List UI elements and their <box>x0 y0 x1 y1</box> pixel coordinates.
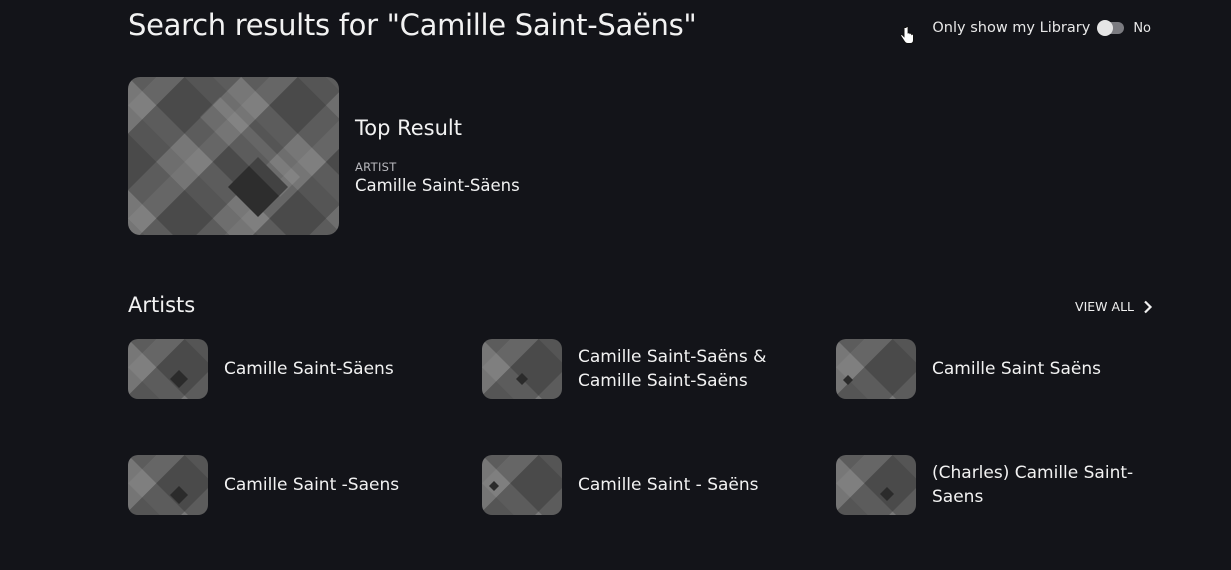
library-toggle-state: No <box>1133 20 1151 36</box>
artist-item[interactable]: Camille Saint-Saëns & Camille Saint-Saën… <box>482 338 822 400</box>
page-title: Search results for "Camille Saint-Saëns" <box>128 8 697 42</box>
artist-item[interactable]: (Charles) Camille Saint-Saens <box>836 454 1176 516</box>
artist-item[interactable]: Camille Saint-Säens <box>128 338 468 400</box>
top-result-card[interactable]: Top Result ARTIST Camille Saint-Säens <box>128 77 528 235</box>
artist-item[interactable]: Camille Saint -Saens <box>128 454 468 516</box>
view-all-label: VIEW ALL <box>1075 299 1134 314</box>
artist-name: Camille Saint -Saens <box>224 475 400 495</box>
artist-artwork <box>836 455 916 515</box>
library-filter-toggle[interactable]: Only show my Library No <box>932 18 1151 38</box>
artist-name: Camille Saint-Saëns & Camille Saint-Saën… <box>578 347 767 391</box>
artist-artwork <box>128 339 208 399</box>
artist-name: (Charles) Camille Saint-Saens <box>932 463 1134 507</box>
toggle-thumb <box>1097 20 1114 36</box>
top-result-artwork <box>128 77 339 235</box>
artist-artwork <box>482 339 562 399</box>
artist-name: Camille Saint Saëns <box>932 359 1101 379</box>
artist-item[interactable]: Camille Saint - Saëns <box>482 454 822 516</box>
artist-artwork <box>128 455 208 515</box>
library-toggle-label: Only show my Library <box>932 20 1091 36</box>
top-result-heading: Top Result <box>355 116 462 140</box>
artist-item[interactable]: Camille Saint Saëns <box>836 338 1176 400</box>
library-toggle-switch[interactable] <box>1097 20 1125 36</box>
view-all-artists-link[interactable]: VIEW ALL <box>1075 299 1153 314</box>
result-type-label: ARTIST <box>355 160 397 174</box>
chevron-right-icon <box>1144 300 1153 313</box>
artist-artwork <box>482 455 562 515</box>
hand-pointer-icon <box>900 26 914 44</box>
artist-artwork <box>836 339 916 399</box>
artist-name: Camille Saint - Saëns <box>578 475 759 495</box>
artists-section-title: Artists <box>128 293 196 317</box>
artist-name: Camille Saint-Säens <box>224 359 394 379</box>
top-result-artist-name[interactable]: Camille Saint-Säens <box>355 176 520 195</box>
